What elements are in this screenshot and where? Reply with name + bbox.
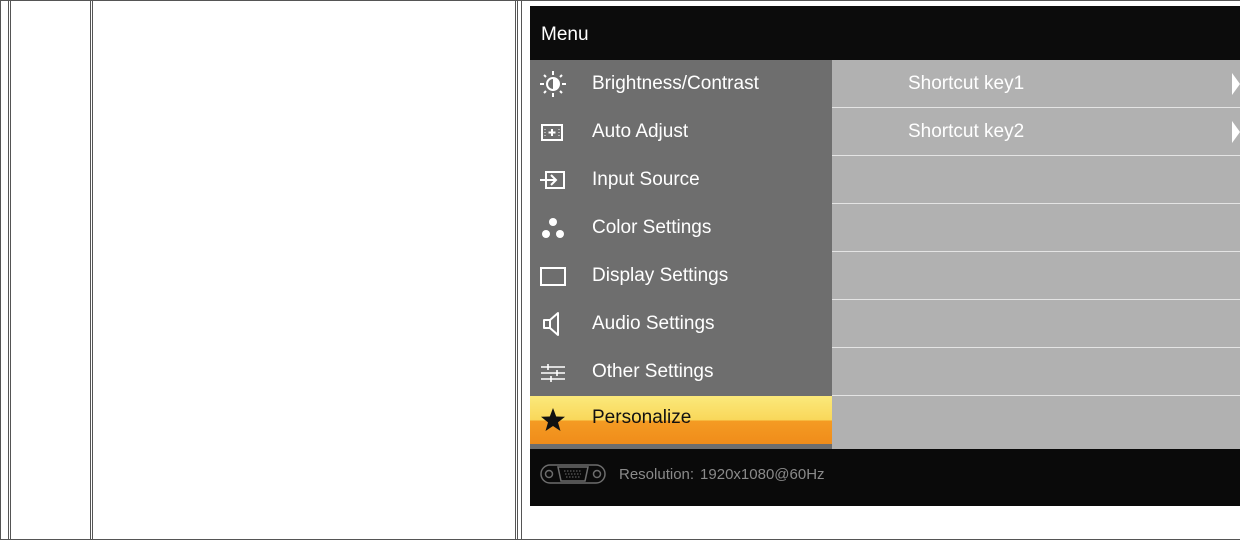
menu-item-label: Other Settings xyxy=(592,361,714,382)
submenu-row-empty xyxy=(832,204,1240,252)
menu-item-label: Auto Adjust xyxy=(592,121,689,142)
menu-item-input-source[interactable]: Input Source xyxy=(530,156,832,204)
osd-title: Menu xyxy=(541,24,589,45)
menu-item-label: Audio Settings xyxy=(592,313,715,334)
menu-item-label: Input Source xyxy=(592,169,700,190)
submenu-item-label: Shortcut key2 xyxy=(908,121,1025,142)
table-divider xyxy=(90,0,91,540)
menu-item-personalize[interactable]: Personalize xyxy=(530,396,832,444)
chevron-right-icon xyxy=(1232,73,1240,95)
resolution-label: Resolution: xyxy=(619,466,695,483)
osd-panel: Menu Brightness/Contrast Auto Adjust Inp… xyxy=(530,6,1240,506)
submenu-item-label: Shortcut key1 xyxy=(908,73,1025,94)
menu-item-display-settings[interactable]: Display Settings xyxy=(530,252,832,300)
input-source-icon xyxy=(540,171,565,189)
submenu-item-shortcut-key2[interactable]: Shortcut key2 xyxy=(832,108,1240,156)
menu-item-label: Color Settings xyxy=(592,217,712,238)
speaker-icon xyxy=(543,312,559,336)
brightness-icon xyxy=(540,71,566,97)
table-divider xyxy=(10,0,11,540)
osd-header: Menu xyxy=(530,6,1240,60)
resolution-value: 1920x1080@60Hz xyxy=(700,466,825,483)
submenu-row-empty xyxy=(832,348,1240,396)
menu-item-label: Personalize xyxy=(592,407,692,428)
osd-footer: Resolution: 1920x1080@60Hz xyxy=(530,449,1240,506)
chevron-right-icon xyxy=(1232,121,1240,143)
auto-adjust-icon xyxy=(541,124,563,141)
menu-item-brightness-contrast[interactable]: Brightness/Contrast xyxy=(530,60,832,108)
menu-item-auto-adjust[interactable]: Auto Adjust xyxy=(530,108,832,156)
menu-item-other-settings[interactable]: Other Settings xyxy=(530,348,832,396)
submenu-row-empty xyxy=(832,156,1240,204)
vga-connector-icon xyxy=(540,464,606,484)
submenu-row-empty xyxy=(832,252,1240,300)
menu-item-label: Brightness/Contrast xyxy=(592,73,759,94)
menu-item-color-settings[interactable]: Color Settings xyxy=(530,204,832,252)
table-border-left xyxy=(0,0,1,540)
submenu-row-empty xyxy=(832,300,1240,348)
submenu-row-empty xyxy=(832,396,1240,444)
display-settings-icon xyxy=(540,267,566,286)
table-divider xyxy=(517,0,518,540)
menu-item-audio-settings[interactable]: Audio Settings xyxy=(530,300,832,348)
sliders-icon xyxy=(541,364,565,382)
osd-submenu: Shortcut key1 Shortcut key2 xyxy=(832,60,1240,449)
menu-item-label: Display Settings xyxy=(592,265,729,286)
star-icon xyxy=(541,408,565,431)
color-settings-icon xyxy=(542,218,564,238)
submenu-item-shortcut-key1[interactable]: Shortcut key1 xyxy=(832,60,1240,108)
table-divider xyxy=(92,0,93,540)
table-divider xyxy=(8,0,9,540)
osd-main-menu: Brightness/Contrast Auto Adjust Input So… xyxy=(530,60,832,449)
table-border-top xyxy=(0,0,1240,1)
resolution-readout: Resolution: 1920x1080@60Hz xyxy=(619,466,825,483)
table-divider xyxy=(515,0,516,540)
table-divider xyxy=(521,0,522,540)
